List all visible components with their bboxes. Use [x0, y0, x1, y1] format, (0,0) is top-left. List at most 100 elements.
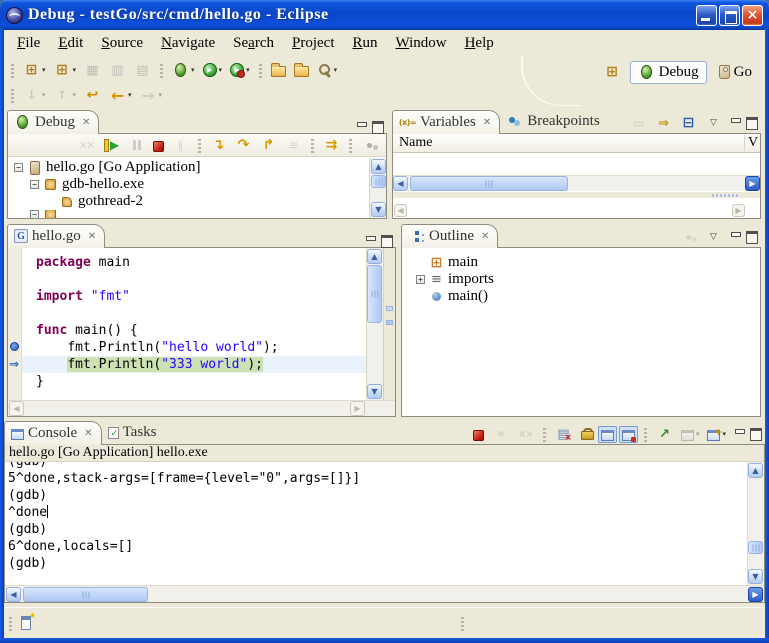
show-stderr-when-changed-icon[interactable] — [619, 426, 638, 443]
run-icon[interactable]: ▶▾ — [200, 61, 226, 79]
outline-tree[interactable]: main+importsmain() — [402, 248, 760, 416]
step-over-icon[interactable]: ↷ — [232, 135, 255, 155]
tree-node[interactable]: − — [8, 210, 369, 218]
tab-console[interactable]: Console ✕ — [4, 421, 102, 445]
scroll-up-button[interactable]: ▲ — [367, 249, 382, 264]
debug-tree[interactable]: −hello.go [Go Application]−gdb-hello.exe… — [8, 157, 369, 218]
scroll-left-button[interactable]: ◀ — [393, 176, 408, 191]
column-value[interactable]: V — [744, 135, 760, 151]
new-wizard-icon[interactable]: ⊞▾ — [20, 60, 49, 80]
new-go-element-icon[interactable]: ⊞▾ — [51, 60, 80, 80]
maximize-view-button[interactable] — [380, 235, 393, 247]
menu-file[interactable]: File — [8, 33, 49, 54]
tree-node[interactable]: gothread-2 — [8, 193, 369, 210]
scroll-down-button[interactable]: ▼ — [748, 569, 763, 584]
menu-navigate[interactable]: Navigate — [152, 33, 224, 54]
tree-node[interactable]: +imports — [410, 271, 760, 288]
tree-expander[interactable]: − — [30, 210, 39, 218]
show-stdout-when-changed-icon[interactable] — [598, 426, 617, 443]
tree-node[interactable]: main — [410, 254, 760, 271]
tab-breakpoints[interactable]: Breakpoints — [500, 109, 608, 133]
search-icon[interactable]: ▾ — [314, 61, 341, 80]
scroll-left-button[interactable]: ◀ — [6, 587, 21, 602]
column-name[interactable]: Name — [393, 135, 744, 151]
minimize-view-button[interactable] — [364, 235, 377, 247]
detail-horizontal-scrollbar[interactable]: ◀ ▶ — [393, 204, 746, 218]
perspective-debug-button[interactable]: Debug — [630, 61, 707, 84]
menu-window[interactable]: Window — [387, 33, 456, 54]
editor-horizontal-scrollbar[interactable]: ◀ ▶ — [8, 400, 395, 416]
open-perspective-button[interactable]: ⊞ — [601, 62, 624, 82]
restore-button[interactable] — [719, 5, 740, 26]
close-tab-icon[interactable]: ✕ — [84, 428, 92, 439]
tree-node[interactable]: main() — [410, 288, 760, 305]
open-resource-icon[interactable] — [291, 61, 312, 79]
maximize-view-button[interactable] — [749, 428, 762, 440]
menu-search[interactable]: Search — [224, 33, 283, 54]
minimize-view-button[interactable] — [355, 121, 368, 133]
detail-pane-sash[interactable] — [393, 191, 760, 198]
title-bar[interactable]: Debug - testGo/src/cmd/hello.go - Eclips… — [0, 0, 769, 30]
scroll-right-button[interactable]: ▶ — [745, 176, 760, 191]
minimize-view-button[interactable] — [729, 231, 742, 243]
tree-node[interactable]: −gdb-hello.exe — [8, 176, 369, 193]
maximize-view-button[interactable] — [745, 231, 758, 243]
menu-run[interactable]: Run — [344, 33, 387, 54]
variables-horizontal-scrollbar[interactable]: ◀ ▶ — [393, 175, 760, 191]
show-logical-structures-icon[interactable]: ⇒ — [652, 113, 675, 133]
tab-debug[interactable]: Debug ✕ — [7, 110, 99, 134]
clear-console-icon[interactable]: ▤ — [552, 424, 575, 444]
fast-view-icon[interactable] — [21, 616, 31, 630]
overview-breakpoint-marker[interactable] — [386, 306, 393, 311]
scroll-right-button[interactable]: ▶ — [748, 587, 763, 602]
debug-icon[interactable]: ▾ — [169, 60, 198, 80]
tree-node[interactable]: −hello.go [Go Application] — [8, 159, 369, 176]
tab-variables[interactable]: Variables ✕ — [392, 110, 500, 134]
variables-detail-pane[interactable]: ◀ ▶ — [393, 198, 760, 218]
pin-console-icon[interactable]: ↗ — [653, 424, 676, 444]
open-type-icon[interactable] — [268, 61, 289, 79]
minimize-view-button[interactable] — [733, 428, 746, 440]
view-menu-button[interactable]: ▽ — [702, 227, 725, 247]
perspective-go-button[interactable]: Go — [712, 62, 759, 83]
console-vertical-scrollbar[interactable]: ▲ ▼ — [747, 462, 764, 585]
code-editor-area[interactable]: package mainimport "fmt"func main() { fm… — [22, 248, 366, 400]
trim-drag-handle[interactable] — [461, 615, 464, 631]
scroll-lock-icon[interactable] — [577, 425, 596, 443]
scroll-up-button[interactable]: ▲ — [371, 159, 386, 174]
step-return-icon[interactable]: ↱ — [257, 135, 280, 155]
trim-drag-handle[interactable] — [9, 615, 12, 631]
editor-overview-ruler[interactable] — [383, 248, 395, 400]
overview-ip-marker[interactable] — [386, 320, 393, 325]
menu-source[interactable]: Source — [92, 33, 152, 54]
console-output-area[interactable]: (gdb)5^done,stack-args=[frame={level="0"… — [5, 462, 747, 585]
view-menu-button[interactable]: ▽ — [702, 113, 725, 133]
collapse-all-icon[interactable]: ⊟ — [677, 113, 700, 133]
terminate-icon[interactable] — [470, 426, 487, 443]
close-tab-icon[interactable]: ✕ — [88, 231, 96, 242]
debug-vertical-scrollbar[interactable]: ▲ ▼ — [369, 158, 386, 218]
maximize-view-button[interactable] — [371, 121, 384, 133]
scroll-down-button[interactable]: ▼ — [367, 384, 382, 399]
close-button[interactable]: × — [742, 5, 763, 26]
open-console-icon[interactable]: ▾ — [704, 426, 729, 443]
menu-project[interactable]: Project — [283, 33, 344, 54]
minimize-button[interactable] — [696, 5, 717, 26]
tree-expander[interactable]: − — [14, 163, 23, 172]
close-tab-icon[interactable]: ✕ — [483, 117, 491, 128]
breakpoint-icon[interactable] — [10, 342, 19, 351]
close-tab-icon[interactable]: ✕ — [82, 117, 90, 128]
instruction-pointer-icon[interactable]: ⇒ — [9, 358, 19, 370]
close-tab-icon[interactable]: ✕ — [481, 231, 489, 242]
external-tools-icon[interactable]: ▶▾ — [227, 61, 253, 79]
tab-hello-go[interactable]: hello.go ✕ — [7, 224, 105, 248]
editor-annotation-ruler[interactable]: ⇒ — [8, 248, 22, 400]
tree-expander[interactable]: − — [30, 180, 39, 189]
scroll-up-button[interactable]: ▲ — [748, 463, 763, 478]
editor-vertical-scrollbar[interactable]: ▲ ▼ — [366, 248, 383, 400]
view-menu-icon[interactable] — [358, 135, 381, 155]
scrollbar-thumb[interactable] — [410, 176, 568, 191]
terminate-icon[interactable] — [150, 137, 167, 154]
resume-icon[interactable]: ▶ — [100, 135, 123, 155]
scrollbar-thumb[interactable] — [371, 175, 386, 188]
